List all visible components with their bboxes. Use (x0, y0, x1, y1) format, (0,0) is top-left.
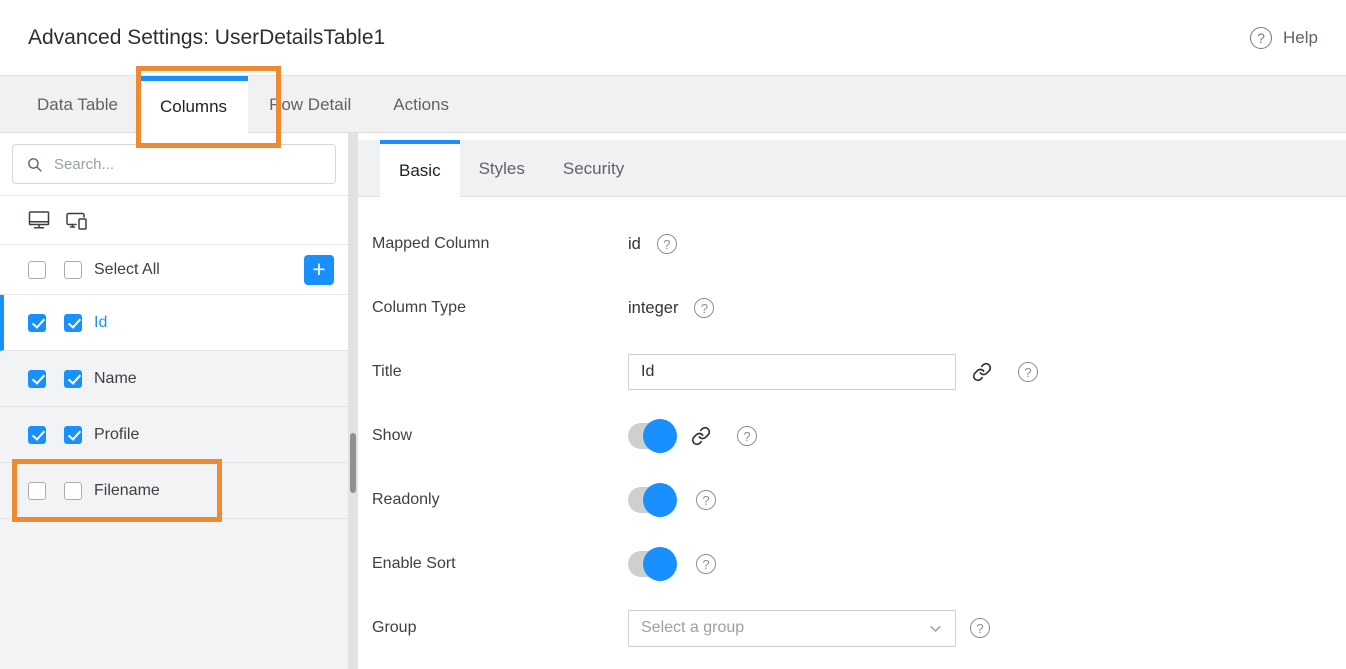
columns-sidebar: Select All + Id Name Profile (0, 133, 348, 669)
tab-label: Actions (393, 95, 449, 115)
panel-divider (348, 133, 358, 669)
field-label: Title (372, 363, 628, 381)
show-toggle[interactable] (628, 423, 674, 449)
toggle-knob (643, 419, 677, 453)
field-label: Group (372, 619, 628, 637)
readonly-help-icon[interactable]: ? (696, 490, 716, 510)
search-box[interactable] (12, 144, 336, 184)
tab-security[interactable]: Security (544, 140, 643, 197)
detail-tab-bar: Basic Styles Security (358, 140, 1346, 197)
column-label: Name (94, 370, 137, 388)
group-select-placeholder: Select a group (641, 619, 744, 637)
settings-form: Mapped Column id ? Column Type integer ?… (358, 197, 1346, 660)
desktop-icon (27, 208, 51, 232)
mobile-checkbox[interactable] (64, 482, 82, 500)
form-row-show: Show ? (372, 404, 1346, 468)
plus-icon: + (312, 258, 325, 281)
tab-label: Row Detail (269, 95, 351, 115)
select-all-desktop-checkbox[interactable] (28, 261, 46, 279)
title-input[interactable] (628, 354, 956, 390)
tab-styles[interactable]: Styles (460, 140, 544, 197)
help-button[interactable]: ? Help (1250, 27, 1318, 49)
field-label: Enable Sort (372, 555, 628, 573)
column-list: Id Name Profile Filename (0, 295, 348, 519)
desktop-checkbox[interactable] (28, 482, 46, 500)
form-row-group: Group Select a group ? (372, 596, 1346, 660)
page-title: Advanced Settings: UserDetailsTable1 (28, 26, 385, 50)
field-label: Column Type (372, 299, 628, 317)
desktop-checkbox[interactable] (28, 370, 46, 388)
search-section (0, 133, 348, 196)
column-row-filename[interactable]: Filename (0, 463, 348, 519)
form-row-title: Title ? (372, 340, 1346, 404)
column-settings-panel: Basic Styles Security Mapped Column id ?… (358, 133, 1346, 669)
subtab-label: Security (563, 159, 624, 179)
mapped-column-help-icon[interactable]: ? (657, 234, 677, 254)
tab-basic[interactable]: Basic (380, 140, 460, 197)
mapped-column-value: id (628, 235, 641, 254)
subtab-label: Styles (479, 159, 525, 179)
column-row-name[interactable]: Name (0, 351, 348, 407)
form-row-readonly: Readonly ? (372, 468, 1346, 532)
enable-sort-toggle[interactable] (628, 551, 674, 577)
show-link-icon[interactable] (691, 426, 711, 446)
main-tab-bar: Data Table Columns Row Detail Actions (0, 76, 1346, 133)
field-label: Show (372, 427, 628, 445)
form-row-mapped-column: Mapped Column id ? (372, 212, 1346, 276)
select-all-label: Select All (94, 261, 160, 279)
field-label: Readonly (372, 491, 628, 509)
device-header-row (0, 196, 348, 245)
search-icon (26, 156, 43, 173)
column-type-help-icon[interactable]: ? (694, 298, 714, 318)
column-type-value: integer (628, 299, 678, 318)
tab-data-table[interactable]: Data Table (16, 76, 139, 133)
chevron-down-icon (928, 621, 943, 636)
form-row-enable-sort: Enable Sort ? (372, 532, 1346, 596)
add-column-button[interactable]: + (304, 255, 334, 285)
select-all-mobile-checkbox[interactable] (64, 261, 82, 279)
subtab-gap (358, 133, 1346, 140)
readonly-toggle[interactable] (628, 487, 674, 513)
mobile-checkbox[interactable] (64, 370, 82, 388)
toggle-knob (643, 483, 677, 517)
body: Select All + Id Name Profile (0, 133, 1346, 669)
tab-columns[interactable]: Columns (139, 76, 248, 133)
mobile-checkbox[interactable] (64, 314, 82, 332)
column-label: Id (94, 314, 107, 332)
column-label: Profile (94, 426, 139, 444)
field-label: Mapped Column (372, 235, 628, 253)
desktop-checkbox[interactable] (28, 314, 46, 332)
mobile-checkbox[interactable] (64, 426, 82, 444)
search-input[interactable] (52, 155, 322, 174)
help-label: Help (1283, 28, 1318, 48)
enable-sort-help-icon[interactable]: ? (696, 554, 716, 574)
show-help-icon[interactable]: ? (737, 426, 757, 446)
group-help-icon[interactable]: ? (970, 618, 990, 638)
tab-label: Columns (160, 97, 227, 117)
select-all-row[interactable]: Select All + (0, 245, 348, 295)
group-select[interactable]: Select a group (628, 610, 956, 647)
tab-row-detail[interactable]: Row Detail (248, 76, 372, 133)
app-header: Advanced Settings: UserDetailsTable1 ? H… (0, 0, 1346, 76)
toggle-knob (643, 547, 677, 581)
desktop-checkbox[interactable] (28, 426, 46, 444)
devices-icon (64, 208, 89, 232)
form-row-column-type: Column Type integer ? (372, 276, 1346, 340)
sidebar-scrollbar[interactable] (350, 433, 356, 493)
tab-label: Data Table (37, 95, 118, 115)
title-help-icon[interactable]: ? (1018, 362, 1038, 382)
column-label: Filename (94, 482, 160, 500)
title-link-icon[interactable] (972, 362, 992, 382)
help-icon: ? (1250, 27, 1272, 49)
subtab-label: Basic (399, 161, 441, 181)
column-row-id[interactable]: Id (0, 295, 348, 351)
tab-actions[interactable]: Actions (372, 76, 470, 133)
column-row-profile[interactable]: Profile (0, 407, 348, 463)
